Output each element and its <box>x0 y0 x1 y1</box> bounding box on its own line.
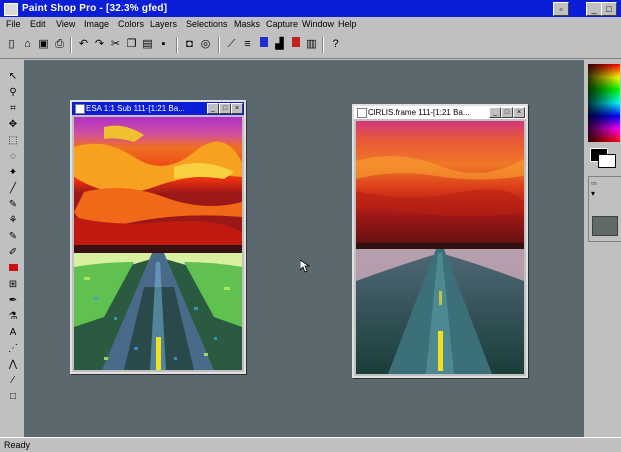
copy-icon[interactable]: ❐ <box>124 37 139 52</box>
layers-icon[interactable]: ⟋ <box>224 37 239 52</box>
menu-file[interactable]: File <box>6 17 21 32</box>
menu-masks[interactable]: Masks <box>234 17 260 32</box>
minimize-icon[interactable]: _ <box>586 2 602 16</box>
freehand-icon[interactable]: ◌ <box>5 150 21 164</box>
square-icon[interactable]: □ <box>5 390 21 404</box>
dropper-icon[interactable]: ╱ <box>5 182 21 196</box>
picture-tube-icon[interactable]: ⊞ <box>5 278 21 292</box>
minimize-icon[interactable]: _ <box>207 103 219 114</box>
app-title: Paint Shop Pro - [32.3% gfed] <box>22 3 168 14</box>
draw-icon[interactable]: ⁄ <box>5 374 21 388</box>
grid-icon[interactable]: ▥ <box>304 37 319 52</box>
line-icon[interactable]: ⋰ <box>5 342 21 356</box>
magic-wand-icon[interactable]: ✦ <box>5 166 21 180</box>
trash-icon[interactable] <box>288 37 303 52</box>
retouch-icon[interactable]: ✐ <box>5 246 21 260</box>
background-color-swatch[interactable] <box>598 154 616 168</box>
new-icon[interactable]: ▯ <box>4 37 19 52</box>
selection-icon[interactable]: ⬚ <box>5 134 21 148</box>
shape-icon[interactable]: ⋀ <box>5 358 21 372</box>
restore-icon[interactable]: ▫ <box>553 2 569 16</box>
minimize-icon[interactable]: _ <box>489 107 501 118</box>
crop-icon[interactable]: ⌗ <box>5 102 21 116</box>
save-icon[interactable]: ▣ <box>36 37 51 52</box>
cursor-icon <box>300 260 310 273</box>
menu-colors[interactable]: Colors <box>118 17 144 32</box>
window-title: ESA 1:1 Sub 111-[1:21 Ba... <box>86 104 185 113</box>
menu-view[interactable]: View <box>56 17 75 32</box>
menu-image[interactable]: Image <box>84 17 109 32</box>
color-palette-panel: ▫▫ ▾ <box>586 60 621 437</box>
airbrush-icon[interactable]: ✒ <box>5 294 21 308</box>
tool-palette: ↖ ⚲ ⌗ ✥ ⬚ ◌ ✦ ╱ ✎ ⚘ ✎ ✐ ⊞ ✒ ⚗ A ⋰ ⋀ ⁄ □ <box>2 66 25 412</box>
document-icon <box>75 104 85 114</box>
option-icon[interactable]: ▫▫ <box>591 179 621 189</box>
zoom-icon[interactable]: ▪ <box>156 37 171 52</box>
tool-options-icon[interactable] <box>256 37 271 52</box>
flood-fill-icon[interactable]: ⚗ <box>5 310 21 324</box>
menu-capture[interactable]: Capture <box>266 17 298 32</box>
image-window-1[interactable]: ESA 1:1 Sub 111-[1:21 Ba... _ □ × <box>70 100 246 374</box>
paintbrush-icon[interactable]: ✎ <box>5 198 21 212</box>
app-title-bar: Paint Shop Pro - [32.3% gfed] ▫ _ □ <box>0 0 621 17</box>
status-bar: Ready <box>0 437 621 452</box>
maximize-icon[interactable]: □ <box>501 107 513 118</box>
histogram-icon[interactable]: ◎ <box>198 37 213 52</box>
menu-edit[interactable]: Edit <box>30 17 46 32</box>
close-icon[interactable]: × <box>513 107 525 118</box>
zoom-tool-icon[interactable]: ⚲ <box>5 86 21 100</box>
paste-icon[interactable]: ▤ <box>140 37 155 52</box>
redo-icon[interactable]: ↷ <box>92 37 107 52</box>
toolbar: ▯ ⌂ ▣ ⎙ ↶ ↷ ✂ ❐ ▤ ▪ ◘ ◎ ⟋ ≡ ▟ ▥ ? <box>0 32 621 59</box>
print-icon[interactable]: ⎙ <box>52 37 67 52</box>
option-icon[interactable]: ▾ <box>591 189 621 199</box>
maximize-icon[interactable]: □ <box>219 103 231 114</box>
palette-icon[interactable]: ▟ <box>272 37 287 52</box>
workspace[interactable]: ESA 1:1 Sub 111-[1:21 Ba... _ □ × ClRLIS… <box>24 60 584 437</box>
image-canvas-posterized[interactable] <box>74 117 242 370</box>
overview-icon[interactable]: ≡ <box>240 37 255 52</box>
eraser-icon[interactable] <box>5 262 21 276</box>
window-title-bar[interactable]: ClRLIS.frame 111-[1:21 Ba... _ □ × <box>354 106 526 119</box>
color-replacer-icon[interactable]: ✎ <box>5 230 21 244</box>
color-picker-swatch[interactable] <box>588 64 620 142</box>
image-canvas-smooth[interactable] <box>356 121 524 374</box>
undo-icon[interactable]: ↶ <box>76 37 91 52</box>
texture-swatch[interactable] <box>592 216 618 236</box>
menu-selections[interactable]: Selections <box>186 17 228 32</box>
open-icon[interactable]: ⌂ <box>20 37 35 52</box>
text-icon[interactable]: A <box>5 326 21 340</box>
maximize-icon[interactable]: □ <box>601 2 617 16</box>
clone-icon[interactable]: ⚘ <box>5 214 21 228</box>
mover-icon[interactable]: ✥ <box>5 118 21 132</box>
menu-bar: File Edit View Image Colors Layers Selec… <box>0 17 621 32</box>
image-window-2[interactable]: ClRLIS.frame 111-[1:21 Ba... _ □ × <box>352 104 528 378</box>
menu-layers[interactable]: Layers <box>150 17 177 32</box>
menu-window[interactable]: Window <box>302 17 334 32</box>
status-text: Ready <box>4 440 31 450</box>
document-icon <box>357 108 367 118</box>
cut-icon[interactable]: ✂ <box>108 37 123 52</box>
color-icon[interactable]: ◘ <box>182 37 197 52</box>
arrow-icon[interactable]: ↖ <box>5 70 21 84</box>
window-title: ClRLIS.frame 111-[1:21 Ba... <box>368 108 470 117</box>
close-icon[interactable]: × <box>231 103 243 114</box>
window-title-bar[interactable]: ESA 1:1 Sub 111-[1:21 Ba... _ □ × <box>72 102 244 115</box>
help-icon[interactable]: ? <box>328 37 343 52</box>
app-icon[interactable] <box>4 3 18 16</box>
menu-help[interactable]: Help <box>338 17 357 32</box>
